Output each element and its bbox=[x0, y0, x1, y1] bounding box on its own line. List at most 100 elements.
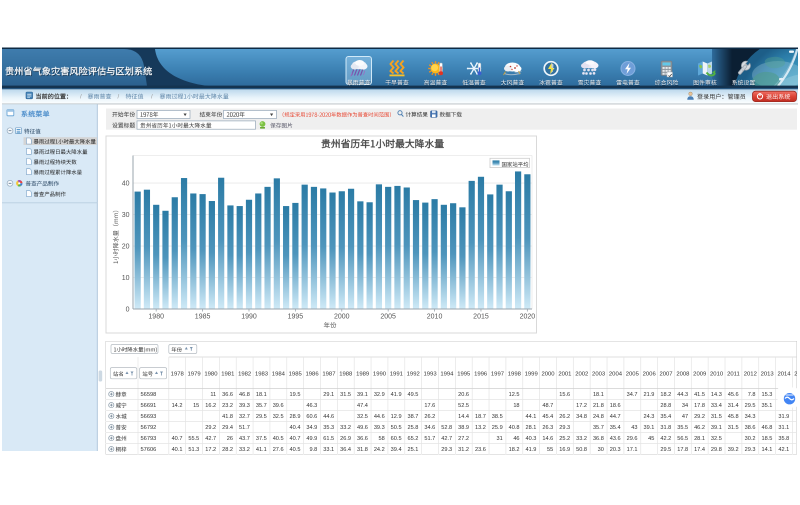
svg-text:32.7: 32.7 bbox=[239, 414, 250, 420]
svg-text:40: 40 bbox=[122, 180, 130, 187]
svg-text:35.3: 35.3 bbox=[323, 425, 334, 431]
svg-text:52.8: 52.8 bbox=[441, 425, 452, 431]
svg-text:57606: 57606 bbox=[141, 447, 157, 453]
svg-text:34.9: 34.9 bbox=[306, 425, 317, 431]
svg-text:44.1: 44.1 bbox=[526, 414, 537, 420]
svg-text:56.5: 56.5 bbox=[677, 436, 688, 442]
svg-text:14.1: 14.1 bbox=[761, 447, 772, 453]
svg-text:31.2: 31.2 bbox=[458, 447, 469, 453]
svg-text:48.7: 48.7 bbox=[542, 403, 553, 409]
svg-text:32.5: 32.5 bbox=[711, 436, 722, 442]
svg-text:10: 10 bbox=[122, 275, 130, 282]
svg-text:30: 30 bbox=[122, 212, 130, 219]
svg-text:12.5: 12.5 bbox=[509, 392, 520, 398]
svg-text:32.5: 32.5 bbox=[357, 414, 368, 420]
svg-text:44.6: 44.6 bbox=[374, 414, 385, 420]
svg-text:31: 31 bbox=[496, 436, 502, 442]
svg-text:39.3: 39.3 bbox=[374, 425, 385, 431]
svg-text:1980: 1980 bbox=[204, 371, 218, 377]
svg-text:39.1: 39.1 bbox=[711, 425, 722, 431]
svg-text:61.5: 61.5 bbox=[323, 436, 334, 442]
svg-text:35.4: 35.4 bbox=[660, 414, 671, 420]
svg-text:18.7: 18.7 bbox=[475, 414, 486, 420]
svg-text:1985: 1985 bbox=[195, 314, 211, 321]
svg-text:43.7: 43.7 bbox=[239, 436, 250, 442]
svg-text:42.7: 42.7 bbox=[441, 436, 452, 442]
svg-text:39.4: 39.4 bbox=[391, 447, 402, 453]
svg-text:14.2: 14.2 bbox=[172, 403, 183, 409]
svg-text:17.8: 17.8 bbox=[694, 403, 705, 409]
svg-text:18.2: 18.2 bbox=[660, 392, 671, 398]
svg-text:1988: 1988 bbox=[339, 371, 353, 377]
svg-text:29.3: 29.3 bbox=[441, 447, 452, 453]
svg-text:51.3: 51.3 bbox=[188, 447, 199, 453]
svg-text:1985: 1985 bbox=[289, 371, 303, 377]
svg-text:23.2: 23.2 bbox=[222, 403, 233, 409]
svg-text:1984: 1984 bbox=[272, 371, 286, 377]
svg-text:14.6: 14.6 bbox=[542, 436, 553, 442]
svg-text:15: 15 bbox=[193, 403, 199, 409]
svg-text:1990: 1990 bbox=[373, 371, 387, 377]
svg-text:19.5: 19.5 bbox=[290, 392, 301, 398]
svg-text:31.8: 31.8 bbox=[357, 447, 368, 453]
svg-text:43.6: 43.6 bbox=[610, 436, 621, 442]
svg-text:55.5: 55.5 bbox=[188, 436, 199, 442]
svg-text:40.5: 40.5 bbox=[290, 447, 301, 453]
svg-text:31.9: 31.9 bbox=[778, 414, 789, 420]
svg-text:45.6: 45.6 bbox=[728, 392, 739, 398]
svg-text:34.6: 34.6 bbox=[424, 425, 435, 431]
svg-text:1999: 1999 bbox=[525, 371, 538, 377]
svg-text:20: 20 bbox=[122, 243, 130, 250]
svg-text:1987: 1987 bbox=[322, 371, 335, 377]
svg-text:31.5: 31.5 bbox=[711, 414, 722, 420]
svg-text:17.2: 17.2 bbox=[576, 403, 587, 409]
svg-text:36.6: 36.6 bbox=[222, 392, 233, 398]
svg-text:56691: 56691 bbox=[141, 403, 157, 409]
svg-text:56792: 56792 bbox=[141, 425, 157, 431]
svg-text:46: 46 bbox=[513, 436, 519, 442]
svg-text:2002: 2002 bbox=[575, 371, 588, 377]
svg-text:29.2: 29.2 bbox=[694, 414, 705, 420]
svg-text:55: 55 bbox=[547, 447, 553, 453]
svg-text:2006: 2006 bbox=[643, 371, 657, 377]
svg-text:46.3: 46.3 bbox=[306, 403, 317, 409]
svg-text:2003: 2003 bbox=[592, 371, 606, 377]
svg-text:1982: 1982 bbox=[238, 371, 251, 377]
svg-text:1994: 1994 bbox=[440, 371, 454, 377]
svg-text:25.1: 25.1 bbox=[408, 447, 419, 453]
svg-text:16.9: 16.9 bbox=[559, 447, 570, 453]
svg-text:28.8: 28.8 bbox=[660, 403, 671, 409]
svg-text:13.2: 13.2 bbox=[475, 425, 486, 431]
svg-text:18.2: 18.2 bbox=[509, 447, 520, 453]
svg-text:42.2: 42.2 bbox=[660, 436, 671, 442]
svg-text:29.1: 29.1 bbox=[323, 392, 334, 398]
svg-text:28.9: 28.9 bbox=[290, 414, 301, 420]
svg-text:2020: 2020 bbox=[520, 314, 536, 321]
svg-text:14.3: 14.3 bbox=[711, 392, 722, 398]
svg-text:2013: 2013 bbox=[761, 371, 775, 377]
svg-text:51.7: 51.7 bbox=[239, 425, 250, 431]
svg-text:38.9: 38.9 bbox=[458, 425, 469, 431]
svg-text:2010: 2010 bbox=[427, 314, 443, 321]
svg-text:41.5: 41.5 bbox=[694, 392, 705, 398]
svg-text:47: 47 bbox=[682, 414, 688, 420]
svg-text:35.7: 35.7 bbox=[593, 425, 604, 431]
svg-text:26.2: 26.2 bbox=[424, 414, 435, 420]
svg-text:2000: 2000 bbox=[334, 314, 350, 321]
svg-text:1981: 1981 bbox=[221, 371, 234, 377]
svg-text:0: 0 bbox=[126, 306, 130, 313]
svg-text:40.8: 40.8 bbox=[509, 425, 520, 431]
svg-text:46.8: 46.8 bbox=[239, 392, 250, 398]
svg-text:42.7: 42.7 bbox=[205, 436, 216, 442]
svg-text:2010: 2010 bbox=[710, 371, 724, 377]
svg-text:44.6: 44.6 bbox=[323, 414, 334, 420]
svg-text:17.1: 17.1 bbox=[627, 447, 638, 453]
svg-text:33.1: 33.1 bbox=[323, 447, 334, 453]
svg-text:41.9: 41.9 bbox=[526, 447, 537, 453]
svg-text:21.9: 21.9 bbox=[644, 392, 655, 398]
svg-text:2001: 2001 bbox=[558, 371, 571, 377]
svg-text:42.1: 42.1 bbox=[778, 447, 789, 453]
svg-text:2011: 2011 bbox=[727, 371, 740, 377]
svg-text:1992: 1992 bbox=[407, 371, 420, 377]
svg-text:28.1: 28.1 bbox=[694, 436, 705, 442]
